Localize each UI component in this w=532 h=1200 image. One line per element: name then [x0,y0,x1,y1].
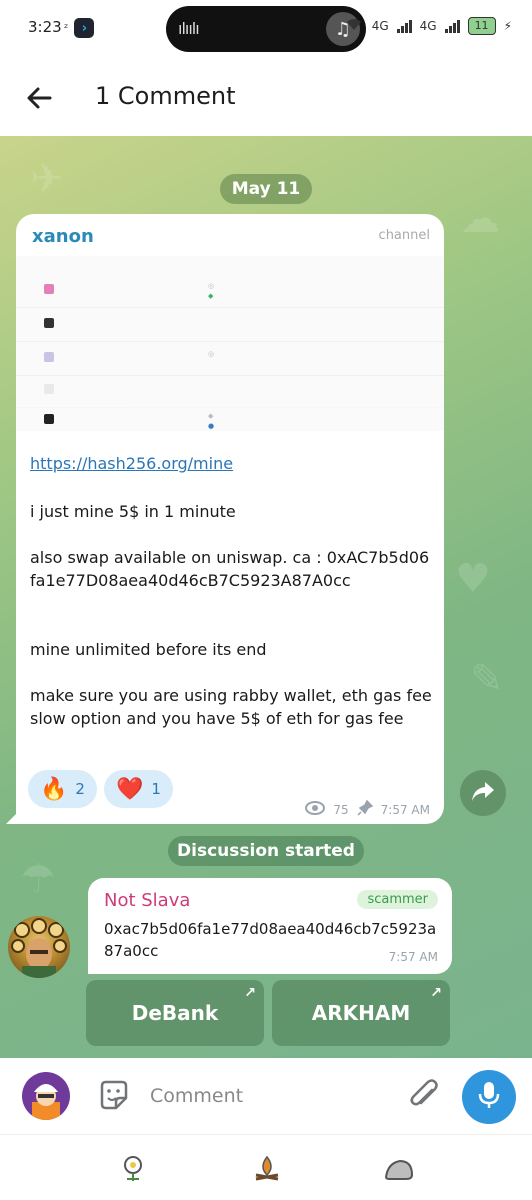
pin-icon [357,799,373,819]
sticker-icon[interactable] [96,1078,132,1114]
scammer-badge: scammer [357,890,438,909]
microphone-icon [477,1080,501,1114]
page-title: 1 Comment [95,82,236,110]
status-time: 3:23 [28,18,62,36]
network-label-2: 4G [419,18,437,33]
external-link-icon: ↗ [244,985,256,1001]
post-link[interactable]: https://hash256.org/mine [30,454,233,473]
image-row-icon [44,414,54,424]
comment-bubble[interactable]: Not Slava scammer 0xac7b5d06fa1e77d08aea… [88,878,452,974]
post-author[interactable]: xanon [32,226,94,247]
image-row-icon [44,352,54,362]
flower-nav-icon[interactable] [116,1153,150,1183]
image-row: ◎ ◆ [16,276,444,308]
user-avatar[interactable] [22,1072,70,1120]
debank-label: DeBank [131,1001,219,1025]
background-doodle-icon: ✈ [30,156,64,202]
wifi-icon [344,16,364,35]
stone-nav-icon[interactable] [382,1153,416,1183]
view-count: 75 [333,802,349,817]
background-doodle-icon: ☂ [20,856,56,902]
audio-wave-icon: ılıılı [178,19,200,38]
paperclip-icon[interactable] [404,1076,444,1116]
comment-input[interactable] [150,1080,390,1112]
background-doodle-icon: ♥ [455,556,491,602]
notification-z-icon: ᶻ [64,21,69,35]
eye-icon [305,801,326,818]
image-row-detail: ◆ [208,412,214,420]
charging-icon: ⚡ [503,18,512,33]
arkham-label: ARKHAM [311,1001,411,1025]
signal-bars-icon [396,19,412,33]
image-row-icon [44,318,54,328]
image-row-detail: ◎ [208,350,215,358]
debank-button[interactable]: DeBank ↗ [86,980,264,1046]
share-arrow-icon [471,780,495,806]
image-row-detail: ◎ [208,282,215,290]
signal-bars-icon-2 [444,19,460,33]
comment-author[interactable]: Not Slava [104,890,190,911]
reaction-fire[interactable]: 🔥 2 [28,770,97,808]
dynamic-island: ılıılı ♫ [166,6,366,52]
fire-emoji-icon: 🔥 [40,776,68,802]
reaction-count: 2 [75,780,85,798]
arkham-button[interactable]: ARKHAM ↗ [272,980,450,1046]
app-notification-icon: › [74,18,95,38]
image-row: ◎ [16,344,444,376]
discussion-started-label: Discussion started [168,836,364,866]
share-button[interactable] [460,770,506,816]
voice-record-button[interactable] [462,1070,516,1124]
comment-time: 7:57 AM [388,950,438,964]
post-meta: 75 7:57 AM [305,799,430,819]
image-row-icon [44,384,54,394]
channel-post[interactable]: xanon channel ◎ ◆ ◎ ◆ ● https://hash256.… [16,214,444,824]
commenter-avatar[interactable] [8,916,70,978]
external-link-icon: ↗ [430,985,442,1001]
image-row [16,376,444,408]
reaction-count: 1 [151,780,161,798]
image-row [16,310,444,342]
background-doodle-icon: ☁ [460,196,500,242]
system-navigation-bar [0,1134,532,1200]
image-row-detail: ● [208,422,215,430]
post-body-text: i just mine 5$ in 1 minute also swap ava… [30,502,432,728]
image-row-detail: ◆ [208,292,214,300]
chat-area[interactable]: ✈ ☁ ♥ ✎ ☂ ✿ May 11 xanon channel ◎ ◆ ◎ [0,136,532,1058]
status-bar: 3:23 ᶻ › ılıılı ♫ 4G 4G 11 ⚡ [0,0,532,60]
post-badge: channel [378,228,430,243]
image-row: ◆ ● [16,406,444,431]
post-time: 7:57 AM [380,802,430,817]
comment-input-bar [0,1058,532,1134]
network-label-1: 4G [371,18,389,33]
arrow-left-icon[interactable] [22,80,58,116]
status-right-icons: 4G 4G 11 ⚡ [344,16,512,35]
status-notification-icons: ᶻ › [64,18,95,38]
reaction-heart[interactable]: ❤️ 1 [104,770,173,808]
heart-emoji-icon: ❤️ [116,776,144,802]
campfire-nav-icon[interactable] [250,1153,284,1183]
image-row-icon [44,284,54,294]
background-doodle-icon: ✎ [470,656,504,702]
battery-indicator: 11 [467,16,496,35]
date-separator: May 11 [220,174,312,204]
post-image[interactable]: ◎ ◆ ◎ ◆ ● [16,256,444,431]
top-app-bar: 1 Comment [0,60,532,136]
